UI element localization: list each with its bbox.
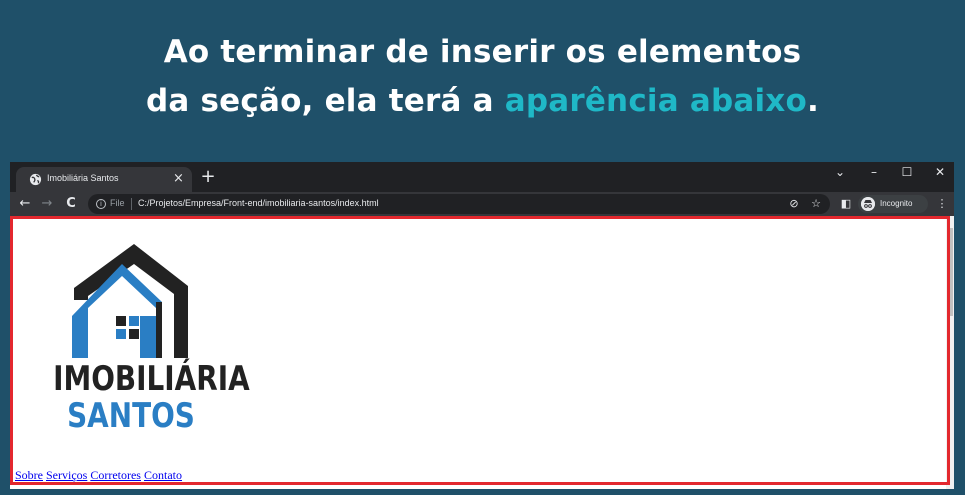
scrollbar-thumb[interactable] [947,228,953,316]
globe-icon [29,173,42,186]
headline-line-1: Ao terminar de inserir os elementos [163,34,802,70]
address-bar[interactable]: i File C:/Projetos/Empresa/Front-end/imo… [88,194,830,214]
side-panel-icon[interactable]: ◧ [838,195,854,213]
logo-word-santos: SANTOS [67,396,195,436]
headline: Ao terminar de inserir os elementos da s… [0,28,965,126]
tab-imobiliaria-santos[interactable]: Imobiliária Santos × [16,167,192,192]
new-tab-icon[interactable]: + [198,167,218,187]
tab-close-icon[interactable]: × [171,171,186,186]
nav-link-corretores[interactable]: Corretores [90,468,141,482]
logo-imobiliaria-santos: IMOBILIÁRIA SANTOS [36,240,250,436]
address-separator [131,198,132,210]
headline-line-2-text: da seção, ela terá a [146,83,505,119]
tab-title: Imobiliária Santos [47,173,119,183]
nav-link-sobre[interactable]: Sobre [15,468,43,482]
minimize-icon[interactable]: – [865,164,883,180]
headline-accent-text: aparência abaixo [504,83,807,119]
nav-link-contato[interactable]: Contato [144,468,182,482]
incognito-badge[interactable]: Incognito [858,195,928,213]
browser-toolbar: ← → C i File C:/Projetos/Empresa/Front-e… [10,192,954,216]
logo-word-imobiliaria: IMOBILIÁRIA [53,359,250,399]
headline-period: . [806,83,819,119]
menu-kebab-icon[interactable]: ⋮ [934,195,950,213]
bookmark-star-icon[interactable]: ☆ [808,196,824,212]
headline-line-2: da seção, ela terá a aparência abaixo. [0,77,965,126]
incognito-icon [861,197,875,211]
house-logo-icon [72,244,188,358]
info-icon[interactable]: i [96,199,106,209]
url-text[interactable]: C:/Projetos/Empresa/Front-end/imobiliari… [138,198,379,208]
page-viewport: IMOBILIÁRIA SANTOS Sobre Serviços Corret… [10,216,954,489]
file-scheme-label: File [110,198,125,208]
vertical-scrollbar[interactable] [946,216,954,489]
tab-strip: Imobiliária Santos × + ⌄ – ☐ ✕ [10,162,954,192]
reload-icon[interactable]: C [62,195,80,213]
back-arrow-icon[interactable]: ← [16,195,34,213]
close-window-icon[interactable]: ✕ [931,164,949,180]
browser-window: Imobiliária Santos × + ⌄ – ☐ ✕ ← → C i F… [10,162,954,489]
incognito-label: Incognito [880,199,913,208]
maximize-icon[interactable]: ☐ [898,164,916,180]
section-nav: Sobre Serviços Corretores Contato [15,468,182,483]
eye-off-icon[interactable]: ⊘ [786,196,802,212]
tab-search-icon[interactable]: ⌄ [831,164,849,180]
forward-arrow-icon[interactable]: → [38,195,56,213]
nav-link-servicos[interactable]: Serviços [46,468,87,482]
